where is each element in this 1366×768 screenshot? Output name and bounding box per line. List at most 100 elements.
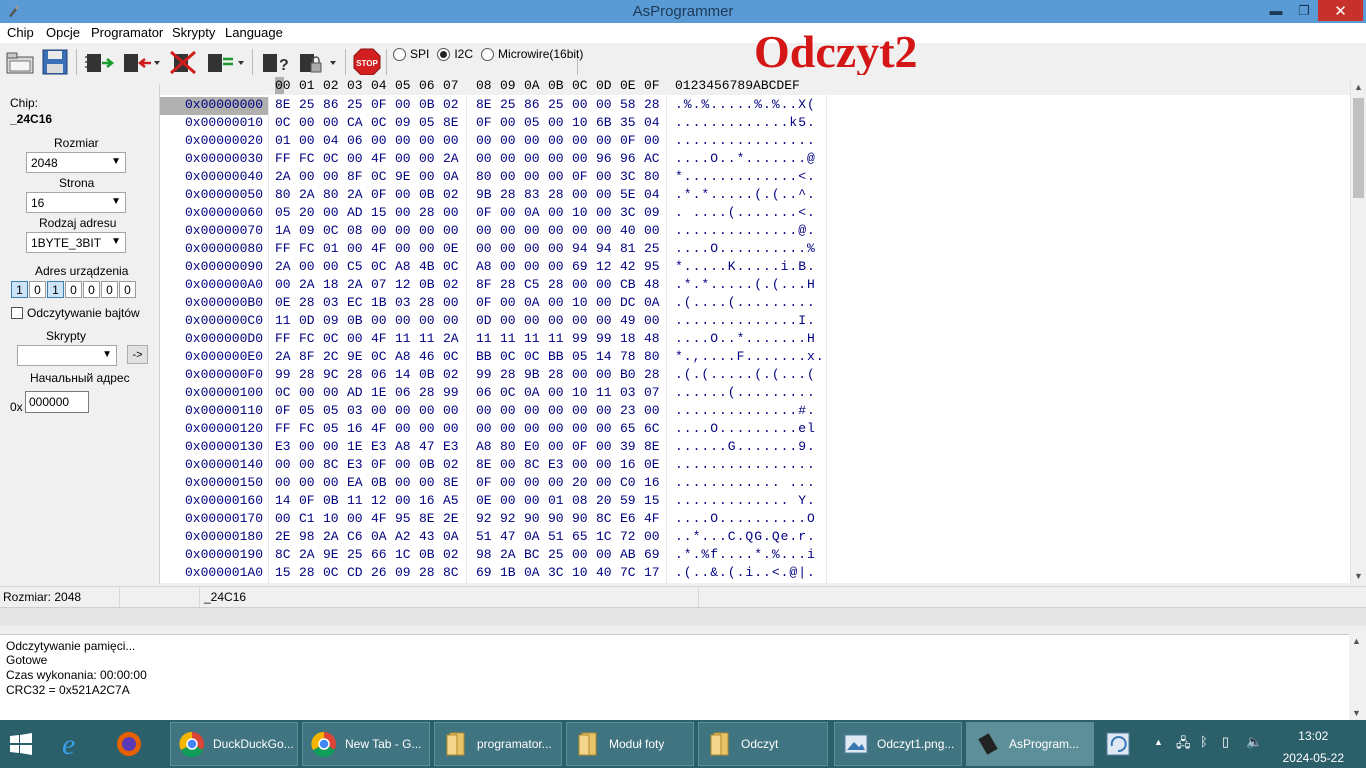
hex-byte-cell[interactable]: 80: [500, 439, 516, 454]
hex-byte-cell[interactable]: E3: [347, 457, 363, 472]
hex-byte-cell[interactable]: BB: [548, 349, 564, 364]
spi-radio[interactable]: [393, 47, 406, 61]
scroll-up-icon[interactable]: ▲: [1354, 82, 1363, 92]
ascii-cell[interactable]: ..............#.: [675, 403, 816, 418]
hex-byte-cell[interactable]: 65: [620, 421, 636, 436]
hex-byte-cell[interactable]: 86: [323, 97, 339, 112]
addr-bit[interactable]: 0: [101, 281, 118, 298]
hex-byte-cell[interactable]: 90: [548, 511, 564, 526]
hex-byte-cell[interactable]: 6C: [644, 421, 660, 436]
hex-byte-cell[interactable]: 00: [419, 241, 435, 256]
hex-byte-cell[interactable]: 00: [548, 115, 564, 130]
hex-byte-cell[interactable]: 10: [572, 115, 588, 130]
hex-byte-cell[interactable]: 00: [323, 169, 339, 184]
hex-byte-cell[interactable]: 00: [524, 313, 540, 328]
hex-byte-cell[interactable]: 00: [476, 133, 492, 148]
hex-byte-cell[interactable]: 00: [596, 547, 612, 562]
hex-byte-cell[interactable]: 05: [419, 115, 435, 130]
hex-byte-cell[interactable]: 0C: [443, 259, 459, 274]
hex-byte-cell[interactable]: 40: [620, 223, 636, 238]
hex-byte-cell[interactable]: 83: [524, 187, 540, 202]
taskbar-item[interactable]: Odczyt: [698, 722, 828, 766]
hex-byte-cell[interactable]: 0F: [371, 97, 387, 112]
hex-byte-cell[interactable]: 65: [572, 529, 588, 544]
hex-byte-cell[interactable]: 00: [548, 385, 564, 400]
hex-byte-cell[interactable]: 00: [572, 223, 588, 238]
hex-byte-cell[interactable]: 0A: [524, 295, 540, 310]
hex-byte-cell[interactable]: 00: [596, 313, 612, 328]
hex-byte-cell[interactable]: 00: [395, 241, 411, 256]
hex-byte-cell[interactable]: 18: [323, 277, 339, 292]
hex-byte-cell[interactable]: 00: [443, 403, 459, 418]
hex-byte-cell[interactable]: 0A: [524, 385, 540, 400]
erase-button[interactable]: [168, 48, 198, 76]
hex-byte-cell[interactable]: 23: [620, 403, 636, 418]
hex-byte-cell[interactable]: 00: [395, 403, 411, 418]
ascii-cell[interactable]: ..*...C.QG.Qe.r.: [675, 529, 816, 544]
taskbar-item[interactable]: Odczyt1.png...: [834, 722, 962, 766]
hex-byte-cell[interactable]: 2E: [443, 511, 459, 526]
hex-byte-cell[interactable]: 0A: [371, 529, 387, 544]
hex-byte-cell[interactable]: 2A: [443, 331, 459, 346]
hex-byte-cell[interactable]: 12: [371, 493, 387, 508]
hex-byte-cell[interactable]: 00: [500, 493, 516, 508]
hex-byte-cell[interactable]: 00: [323, 385, 339, 400]
hex-byte-cell[interactable]: EA: [347, 475, 363, 490]
hex-byte-cell[interactable]: 11: [476, 331, 492, 346]
hex-byte-cell[interactable]: 28: [644, 97, 660, 112]
hex-byte-cell[interactable]: 99: [476, 367, 492, 382]
hex-byte-cell[interactable]: 08: [572, 493, 588, 508]
hex-byte-cell[interactable]: 2A: [299, 547, 315, 562]
hex-byte-cell[interactable]: 12: [596, 259, 612, 274]
ascii-cell[interactable]: .%.%.....%.%..X(: [675, 97, 816, 112]
hex-byte-cell[interactable]: 80: [323, 187, 339, 202]
hex-byte-cell[interactable]: 28: [500, 277, 516, 292]
ascii-cell[interactable]: ............. Y.: [675, 493, 816, 508]
hex-byte-cell[interactable]: 00: [323, 205, 339, 220]
hex-byte-cell[interactable]: 14: [395, 367, 411, 382]
hex-byte-cell[interactable]: 00: [299, 457, 315, 472]
ascii-cell[interactable]: *.....K.....i.B.: [675, 259, 816, 274]
hex-byte-cell[interactable]: 00: [596, 295, 612, 310]
menu-programator[interactable]: Programator: [91, 25, 163, 40]
hex-byte-cell[interactable]: 28: [347, 367, 363, 382]
hex-byte-cell[interactable]: 69: [572, 259, 588, 274]
hex-byte-cell[interactable]: 02: [443, 97, 459, 112]
hex-byte-cell[interactable]: 58: [620, 97, 636, 112]
ascii-cell[interactable]: .*.*.....(.(..^.: [675, 187, 816, 202]
hex-byte-cell[interactable]: 00: [395, 133, 411, 148]
hex-byte-cell[interactable]: 69: [644, 547, 660, 562]
hex-byte-cell[interactable]: 00: [500, 475, 516, 490]
hex-byte-cell[interactable]: 28: [299, 295, 315, 310]
hex-byte-cell[interactable]: 3C: [548, 565, 564, 580]
hex-byte-cell[interactable]: 47: [500, 529, 516, 544]
taskbar-item[interactable]: programator...: [434, 722, 562, 766]
hex-byte-cell[interactable]: 04: [644, 115, 660, 130]
hex-byte-cell[interactable]: 00: [443, 313, 459, 328]
hex-byte-cell[interactable]: 00: [548, 241, 564, 256]
hex-byte-cell[interactable]: 98: [476, 547, 492, 562]
hex-byte-cell[interactable]: 04: [323, 133, 339, 148]
hex-byte-cell[interactable]: 9B: [476, 187, 492, 202]
hex-byte-cell[interactable]: 05: [323, 421, 339, 436]
hex-byte-cell[interactable]: 25: [644, 241, 660, 256]
hex-byte-cell[interactable]: 49: [620, 313, 636, 328]
hex-byte-cell[interactable]: 09: [323, 313, 339, 328]
hex-byte-cell[interactable]: 00: [500, 133, 516, 148]
hex-byte-cell[interactable]: 20: [596, 493, 612, 508]
run-script-button[interactable]: ->: [127, 345, 148, 364]
hex-byte-cell[interactable]: 0C: [323, 331, 339, 346]
hex-byte-cell[interactable]: 28: [500, 367, 516, 382]
hex-byte-cell[interactable]: 00: [644, 313, 660, 328]
hex-byte-cell[interactable]: 00: [395, 187, 411, 202]
scroll-down-icon[interactable]: ▼: [1352, 708, 1361, 718]
write-button[interactable]: [121, 48, 163, 76]
ascii-cell[interactable]: ................: [675, 457, 816, 472]
hex-byte-cell[interactable]: 2A: [275, 259, 291, 274]
hex-byte-cell[interactable]: CA: [347, 115, 363, 130]
lock-button[interactable]: [297, 48, 341, 76]
hex-byte-cell[interactable]: 00: [572, 277, 588, 292]
hex-byte-cell[interactable]: 9E: [323, 547, 339, 562]
hex-editor[interactable]: 00 01 02 03 04 05 06 07 08 09 0A 0B 0C 0D 0E 0F 0123456…: [160, 75, 1350, 583]
hex-byte-cell[interactable]: 16: [620, 457, 636, 472]
